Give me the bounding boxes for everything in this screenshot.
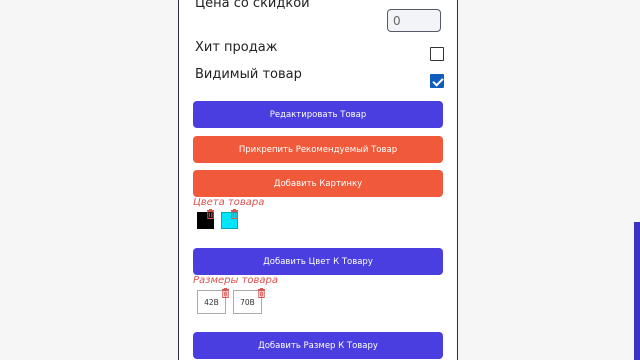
product-sizes-title: Размеры товара — [193, 275, 279, 286]
discount-price-label: Цена со скидкой — [195, 0, 310, 11]
edit-product-button[interactable]: Редактировать Товар — [193, 101, 443, 128]
trash-icon[interactable] — [221, 288, 230, 298]
add-picture-button[interactable]: Добавить Картинку — [193, 170, 443, 197]
bestseller-checkbox[interactable] — [430, 47, 444, 61]
trash-icon[interactable] — [206, 209, 215, 219]
add-size-button[interactable]: Добавить Размер К Товару — [193, 332, 443, 359]
bestseller-label: Хит продаж — [195, 40, 278, 55]
pin-recommended-button[interactable]: Прикрепить Рекомендуемый Товар — [193, 136, 443, 163]
visible-product-label: Видимый товар — [195, 67, 302, 82]
visible-product-checkbox[interactable] — [430, 74, 444, 88]
scrollbar-accent[interactable] — [634, 222, 640, 360]
discount-price-input[interactable] — [387, 9, 441, 32]
add-color-button[interactable]: Добавить Цвет К Товару — [193, 248, 443, 275]
product-edit-panel: Цена со скидкой Хит продаж Видимый товар… — [178, 0, 458, 360]
product-colors-title: Цвета товара — [193, 197, 265, 208]
trash-icon[interactable] — [230, 209, 239, 219]
trash-icon[interactable] — [257, 288, 266, 298]
